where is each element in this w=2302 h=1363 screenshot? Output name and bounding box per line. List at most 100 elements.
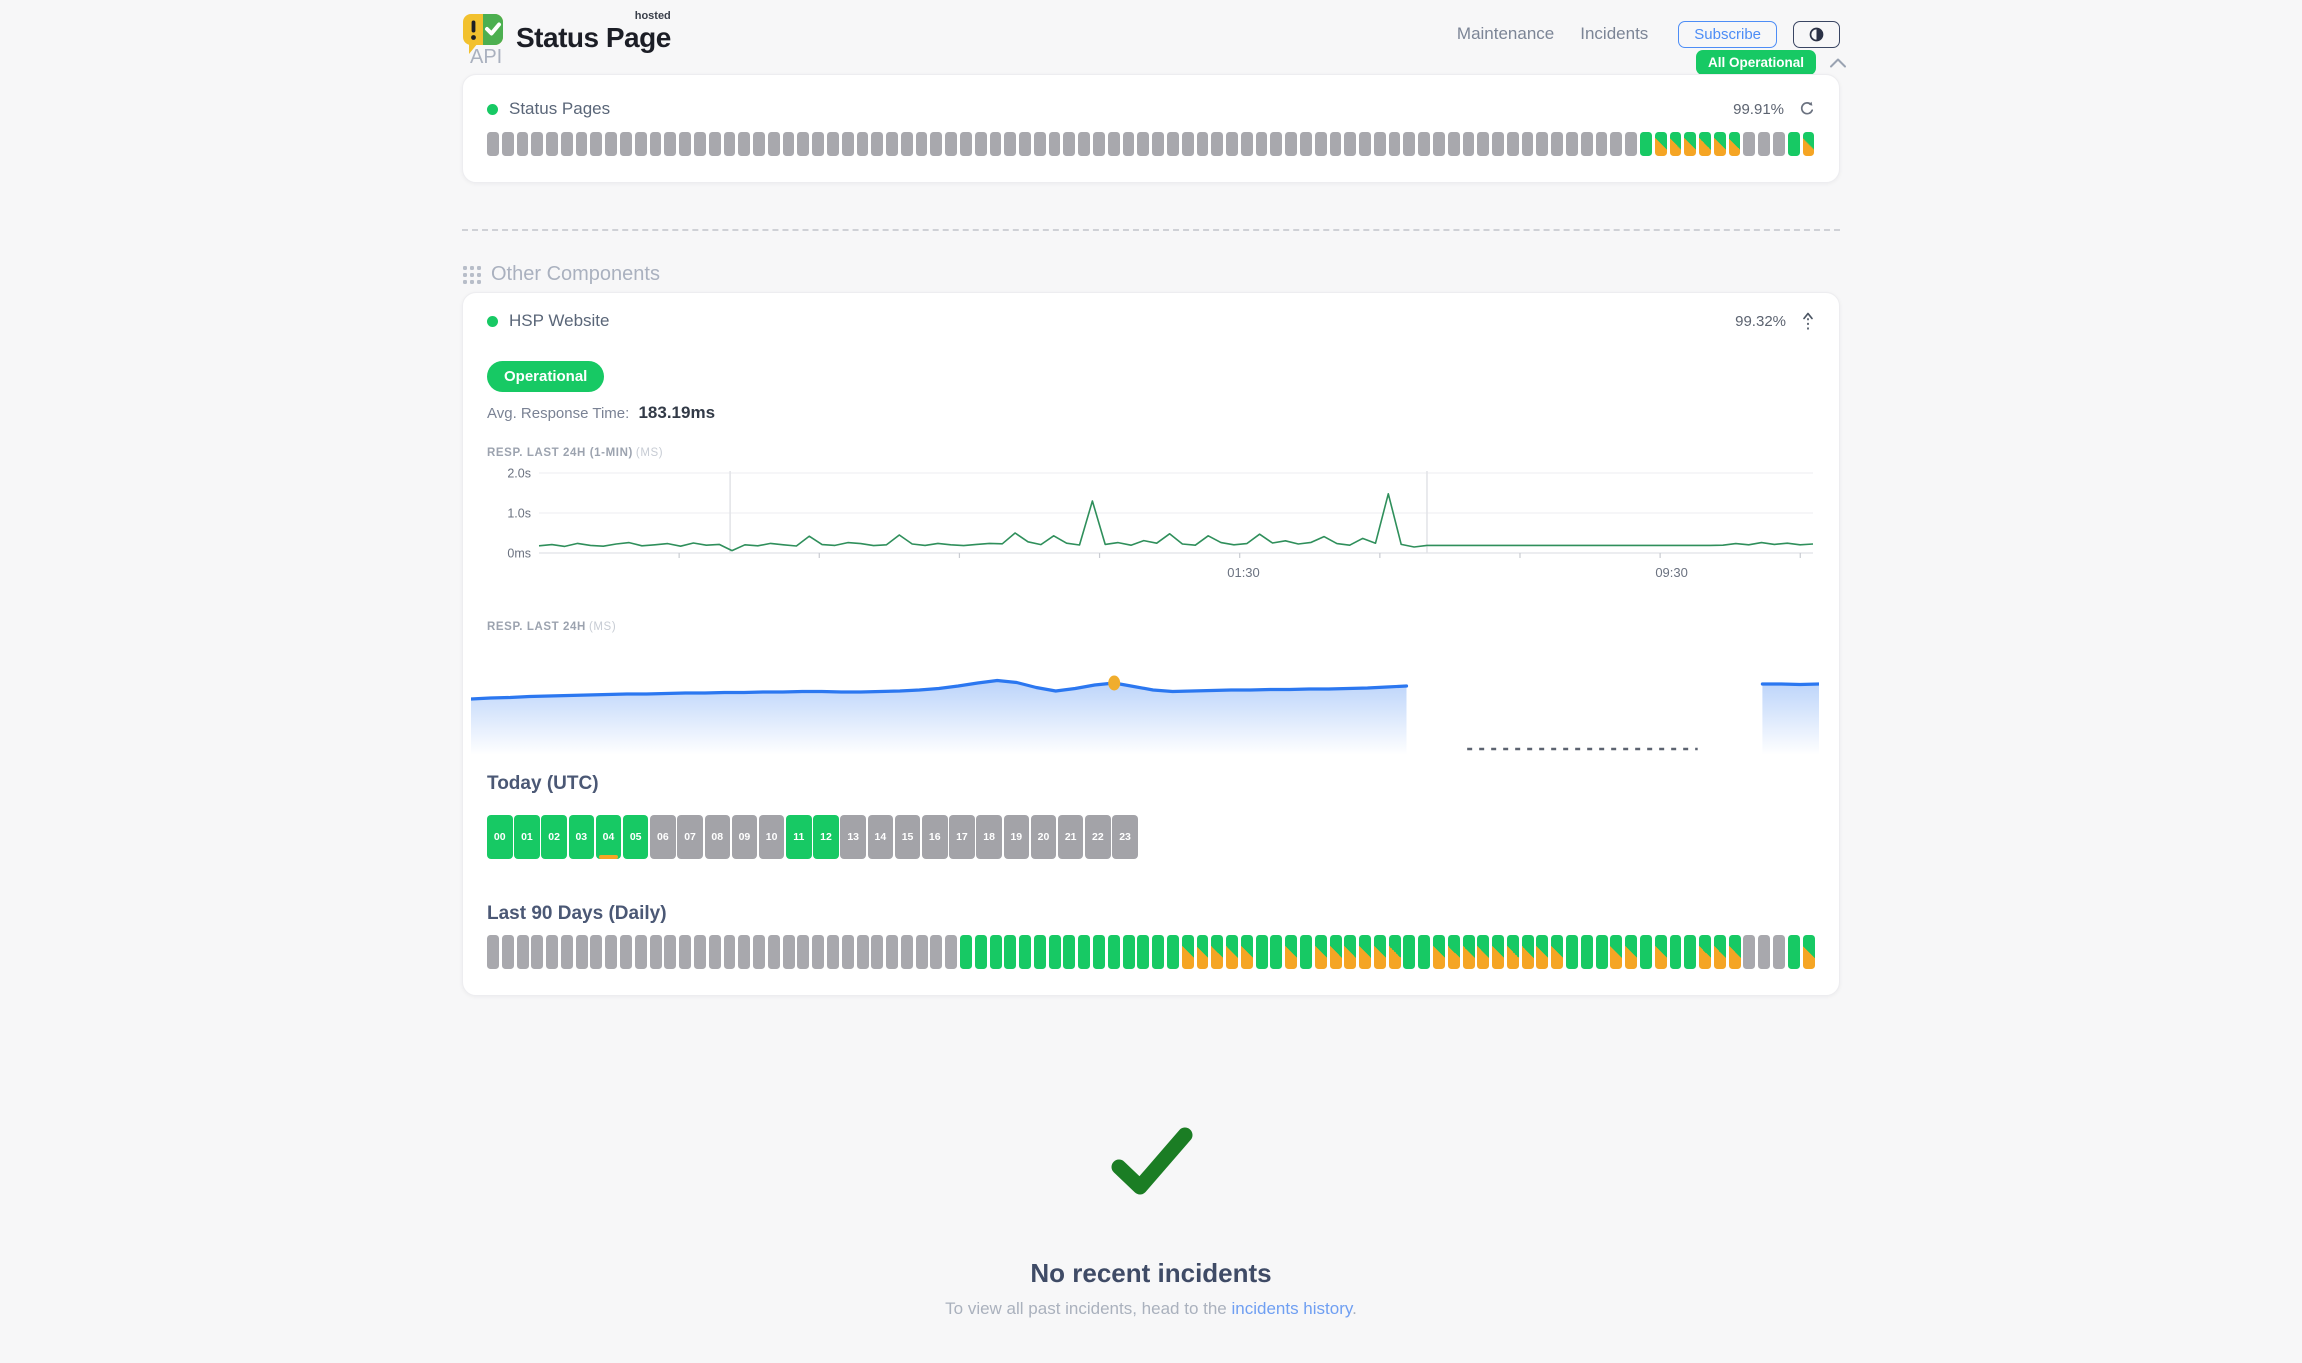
website-component-card: HSP Website 99.32% Operational Avg. Resp… <box>462 292 1840 996</box>
uptime-bar <box>1699 935 1711 969</box>
uptime-bar <box>1063 935 1075 969</box>
uptime-bar <box>945 935 957 969</box>
refresh-button[interactable] <box>1799 101 1815 117</box>
subtext-suffix: . <box>1352 1299 1357 1318</box>
hour-label: 23 <box>1119 831 1131 843</box>
uptime-bar <box>1344 935 1356 969</box>
uptime-bar <box>1049 935 1061 969</box>
svg-text:01:30: 01:30 <box>1227 565 1260 580</box>
uptime-bar <box>1137 132 1149 156</box>
uptime-bar <box>1078 132 1090 156</box>
uptime-bar-strip[interactable] <box>487 132 1815 156</box>
contrast-icon <box>1809 27 1824 42</box>
uptime-bar <box>546 132 558 156</box>
overall-status-badge[interactable]: All Operational <box>1696 50 1816 75</box>
uptime-bar <box>960 935 972 969</box>
uptime-bar <box>797 132 809 156</box>
uptime-bar <box>1004 132 1016 156</box>
hour-block-10: 10 <box>759 815 785 859</box>
uptime-bar <box>930 132 942 156</box>
hour-block-20: 20 <box>1031 815 1057 859</box>
uptime-bar <box>1773 132 1785 156</box>
uptime-bar <box>871 132 883 156</box>
uptime-bar <box>1226 935 1238 969</box>
uptime-bar <box>1344 132 1356 156</box>
uptime-bar <box>1463 935 1475 969</box>
hour-label: 05 <box>630 831 642 843</box>
nav-incidents[interactable]: Incidents <box>1580 24 1648 44</box>
uptime-bar <box>1241 935 1253 969</box>
hour-block-11: 11 <box>786 815 812 859</box>
uptime-bar <box>990 935 1002 969</box>
uptime-bar <box>1330 935 1342 969</box>
response-time-area-chart[interactable] <box>471 651 1819 769</box>
uptime-bar <box>1034 935 1046 969</box>
hour-label: 13 <box>847 831 859 843</box>
incidents-footer: No recent incidents To view all past inc… <box>462 1126 1840 1319</box>
uptime-bar <box>812 935 824 969</box>
uptime-bar <box>517 935 529 969</box>
uptime-bar <box>1640 132 1652 156</box>
today-hour-strip[interactable]: 0001020304050607080910111213141516171819… <box>487 815 1815 859</box>
uptime-bar <box>1714 132 1726 156</box>
hour-block-01: 01 <box>514 815 540 859</box>
uptime-bar <box>945 132 957 156</box>
hour-block-18: 18 <box>976 815 1002 859</box>
uptime-bar <box>724 132 736 156</box>
uptime-bar <box>1374 132 1386 156</box>
hour-label: 00 <box>494 831 506 843</box>
hour-block-15: 15 <box>895 815 921 859</box>
uptime-bar <box>1137 935 1149 969</box>
uptime-bar <box>1300 132 1312 156</box>
nav-maintenance[interactable]: Maintenance <box>1457 24 1554 44</box>
uptime-bar <box>1004 935 1016 969</box>
uptime-bar <box>502 132 514 156</box>
chevron-up-icon[interactable] <box>1828 56 1848 70</box>
uptime-bar <box>1448 935 1460 969</box>
hour-block-05: 05 <box>623 815 649 859</box>
uptime-bar <box>1566 935 1578 969</box>
uptime-bar <box>694 132 706 156</box>
uptime-bar <box>576 132 588 156</box>
uptime-bar <box>1655 132 1667 156</box>
uptime-bar <box>1670 935 1682 969</box>
uptime-bar <box>694 935 706 969</box>
uptime-bar <box>1788 935 1800 969</box>
hour-block-17: 17 <box>949 815 975 859</box>
today-title: Today (UTC) <box>487 773 1815 795</box>
subscribe-button[interactable]: Subscribe <box>1678 21 1777 48</box>
uptime-bar <box>1256 935 1268 969</box>
uptime-bar <box>709 132 721 156</box>
section-title-api: API <box>470 46 502 69</box>
chart2-title: RESP. LAST 24H(MS) <box>487 621 1815 633</box>
main-nav: Maintenance Incidents Subscribe <box>1431 21 1840 48</box>
uptime-bar <box>960 132 972 156</box>
uptime-bar <box>1492 132 1504 156</box>
response-time-line-chart[interactable]: 2.0s1.0s0ms01:3009:30 <box>487 465 1817 587</box>
uptime-bar <box>886 132 898 156</box>
incidents-history-link[interactable]: incidents history <box>1231 1299 1352 1318</box>
hour-block-13: 13 <box>840 815 866 859</box>
uptime-bar <box>1773 935 1785 969</box>
hour-label: 22 <box>1092 831 1104 843</box>
uptime-bar <box>871 935 883 969</box>
chart1-title: RESP. LAST 24H (1-MIN)(MS) <box>487 447 1815 459</box>
hour-label: 08 <box>711 831 723 843</box>
theme-toggle-button[interactable] <box>1793 21 1840 48</box>
uptime-bar <box>1788 132 1800 156</box>
uptime-bar <box>738 132 750 156</box>
uptime-bar <box>1270 132 1282 156</box>
uptime-bar <box>1167 132 1179 156</box>
uptime-bar <box>1477 132 1489 156</box>
uptime-bar <box>517 132 529 156</box>
component-name: Status Pages <box>509 99 610 119</box>
section-title-other-components-label: Other Components <box>491 263 660 286</box>
uptime-bar <box>502 935 514 969</box>
last90-day-strip[interactable] <box>487 935 1815 969</box>
uptime-bar <box>1610 132 1622 156</box>
uptime-bar <box>901 132 913 156</box>
component-name: HSP Website <box>509 311 609 331</box>
uptime-bar <box>1167 935 1179 969</box>
hour-label: 21 <box>1065 831 1077 843</box>
uptime-bar <box>590 132 602 156</box>
